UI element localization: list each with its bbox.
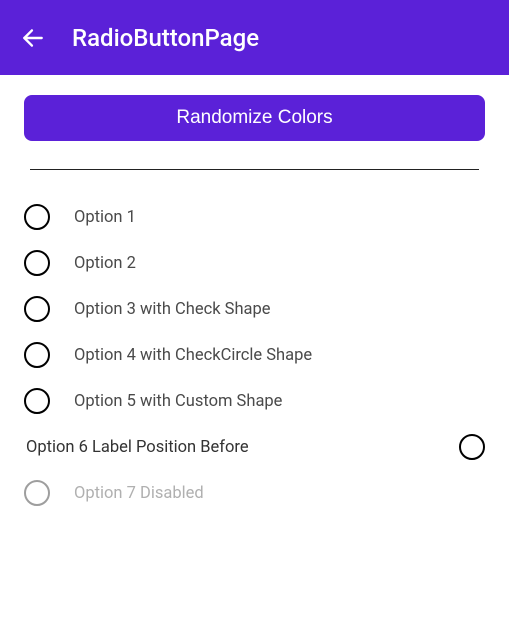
app-bar: RadioButtonPage	[0, 0, 509, 75]
radio-circle-icon	[24, 296, 50, 322]
radio-label: Option 6 Label Position Before	[24, 438, 249, 457]
divider	[30, 169, 479, 170]
radio-option-2[interactable]: Option 2	[24, 250, 485, 276]
radio-option-1[interactable]: Option 1	[24, 204, 485, 230]
radio-circle-icon	[24, 250, 50, 276]
radio-option-5[interactable]: Option 5 with Custom Shape	[24, 388, 485, 414]
radio-option-4[interactable]: Option 4 with CheckCircle Shape	[24, 342, 485, 368]
page-title: RadioButtonPage	[72, 24, 259, 52]
radio-label: Option 5 with Custom Shape	[74, 392, 282, 411]
radio-circle-icon	[24, 480, 50, 506]
radio-label: Option 2	[74, 254, 136, 273]
radio-option-6[interactable]: Option 6 Label Position Before	[24, 434, 485, 460]
page-content: Randomize Colors Option 1 Option 2 Optio…	[0, 75, 509, 546]
radio-circle-icon	[24, 388, 50, 414]
radio-option-3[interactable]: Option 3 with Check Shape	[24, 296, 485, 322]
radio-label: Option 4 with CheckCircle Shape	[74, 346, 312, 365]
radio-label: Option 3 with Check Shape	[74, 300, 271, 319]
radio-label: Option 1	[74, 208, 136, 227]
randomize-colors-button[interactable]: Randomize Colors	[24, 95, 485, 141]
radio-option-7-disabled: Option 7 Disabled	[24, 480, 485, 506]
radio-label: Option 7 Disabled	[74, 484, 204, 503]
radio-circle-icon	[24, 342, 50, 368]
radio-circle-icon	[459, 434, 485, 460]
radio-circle-icon	[24, 204, 50, 230]
back-arrow-icon[interactable]	[20, 25, 46, 51]
